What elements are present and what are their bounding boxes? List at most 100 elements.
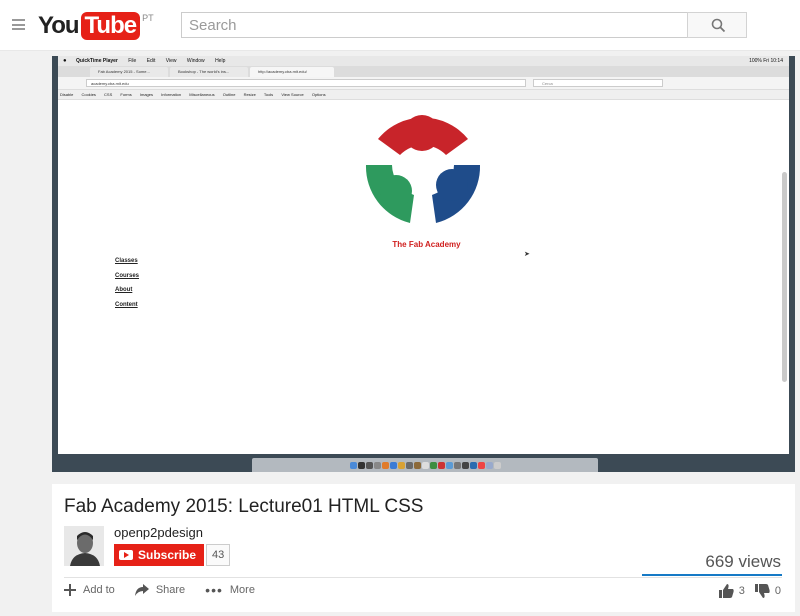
mac-menu-item: QuickTime Player [76,58,118,64]
subscribe-button[interactable]: Subscribe [114,544,205,566]
masthead: You Tube PT [0,0,800,51]
add-to-label: Add to [83,584,115,596]
web-page-content: The Fab Academy Classes Courses About Co… [58,100,789,454]
mac-menu-item: Edit [146,58,156,64]
mouse-cursor-icon: ➤ [524,251,530,258]
mac-menu-item: Window [186,58,205,64]
dock-app-icon [485,461,493,469]
like-dislike-bar: 3 0 [718,584,781,598]
dock-app-icon [397,461,405,469]
subscriber-count: 43 [206,544,231,566]
dock-app-icon [349,461,357,469]
search-icon [711,18,726,33]
search-form [181,12,747,38]
dock-app-icon [453,461,461,469]
divider [64,577,782,578]
dock-app-icon [429,461,437,469]
more-label: More [229,584,255,596]
nav-link-about: About [115,287,133,293]
view-count: 669 views [705,552,781,571]
browser-tab-active: http://academy.cba.mit.edu/ [250,67,334,77]
browser-tab: Fab Academy 2015 - Some... [90,67,168,77]
dock-app-icon [469,461,477,469]
like-count: 3 [738,585,745,597]
dock-app-icon [461,461,469,469]
nav-link-classes: Classes [115,258,138,264]
browser-scrollbar [782,172,787,382]
toolbar-item: CSS [104,92,113,97]
browser-window: Fab Academy 2015 - Some... Bookshop - Th… [58,66,789,454]
toolbar-item: Information [161,92,182,97]
fab-academy-title-text: The Fab Academy [392,240,461,249]
nav-link-content: Content [115,301,138,308]
dock-app-icon [413,461,421,469]
logo-you: You [38,12,80,39]
more-dots-icon: ••• [205,582,223,598]
share-icon [134,584,149,596]
mac-menu-item: Help [215,58,226,64]
thumbs-up-icon [718,584,734,598]
subscribe-widget: Subscribe 43 [114,544,231,566]
mac-dock [252,458,598,472]
browser-search-field: Cerca [533,79,663,87]
dock-app-icon [421,461,429,469]
fab-academy-title: The Fab Academy [58,240,789,249]
video-info: Fab Academy 2015: Lecture01 HTML CSS ope… [52,484,795,612]
youtube-logo[interactable]: You Tube PT [38,12,154,40]
fab-nav-links: Classes Courses About Content [115,258,139,316]
channel-name-link[interactable]: openp2pdesign [114,525,203,540]
channel-avatar[interactable] [64,526,104,566]
toolbar-item: Cookies [81,92,96,97]
subscribe-label: Subscribe [138,548,197,562]
thumbs-down-icon [754,584,770,598]
toolbar-item: Forms [120,92,132,97]
toolbar-item: Options [311,92,326,97]
dock-app-icon [445,461,453,469]
mac-menu-item: File [128,58,137,64]
add-to-button[interactable]: Add to [64,584,115,596]
toolbar-item: Tools [263,92,274,97]
toolbar-item: Images [139,92,153,97]
dock-app-icon [493,461,501,469]
web-developer-toolbar: Disable Cookies CSS Forms Images Informa… [58,90,789,100]
search-input[interactable] [181,12,687,38]
dislike-button[interactable]: 0 [754,584,781,598]
toolbar-item: Resize [243,92,256,97]
dock-app-icon [477,461,485,469]
browser-url-bar: academy.cba.mit.edu Cerca [58,77,789,90]
nav-link-courses: Courses [115,272,140,279]
dock-app-icon [381,461,389,469]
youtube-play-icon [119,550,133,560]
search-button[interactable] [687,12,747,38]
toolbar-item: Miscellaneous [189,92,215,97]
video-title: Fab Academy 2015: Lecture01 HTML CSS [64,496,424,517]
avatar-image [64,526,104,566]
dock-app-icon [389,461,397,469]
share-label: Share [155,584,186,596]
dock-app-icon [365,461,373,469]
browser-tab-bar: Fab Academy 2015 - Some... Bookshop - Th… [58,66,789,77]
toolbar-item: Outline [222,92,236,97]
dock-app-icon [405,461,413,469]
dislike-count: 0 [774,585,781,597]
toolbar-item: Disable [60,92,74,97]
mac-menu-item: View [165,58,177,64]
mac-status-area: 100% Fri 10:14 [749,58,783,64]
logo-country-code: PT [142,13,154,23]
plus-icon [64,584,76,596]
fab-lab-logo-icon [361,106,485,230]
video-actions: Add to Share ••• More [64,582,255,598]
video-player[interactable]: ● QuickTime Player File Edit View Window… [52,56,795,472]
like-button[interactable]: 3 [718,584,745,598]
dock-app-icon [357,461,365,469]
guide-menu-icon[interactable] [12,19,25,30]
share-button[interactable]: Share [134,584,186,596]
apple-icon: ● [63,58,67,64]
browser-url: academy.cba.mit.edu [86,79,526,87]
toolbar-item: View Source [281,92,304,97]
browser-tab: Bookshop - The world's ins... [170,67,248,77]
logo-tube: Tube [80,12,141,40]
dock-app-icon [437,461,445,469]
mac-menu-bar: ● QuickTime Player File Edit View Window… [58,56,789,66]
more-button[interactable]: ••• More [205,582,255,598]
